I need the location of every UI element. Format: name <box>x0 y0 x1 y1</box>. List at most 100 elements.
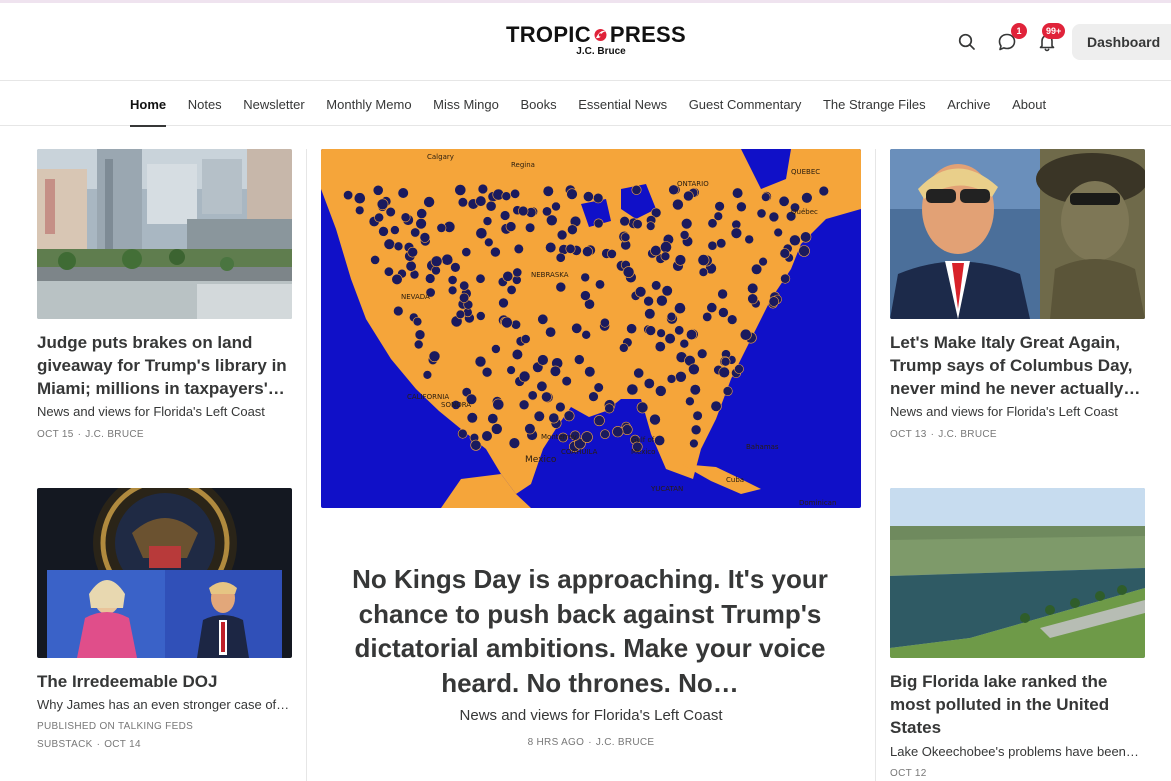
event-marker <box>593 192 604 204</box>
nav-item-books[interactable]: Books <box>520 82 556 126</box>
event-marker <box>450 262 461 273</box>
event-marker <box>431 265 441 276</box>
nav-item-about[interactable]: About <box>1012 82 1046 126</box>
event-marker <box>555 281 567 293</box>
post-meta-right1: OCT 13 · J.C. BRUCE <box>890 429 997 440</box>
event-marker <box>734 364 744 374</box>
event-marker <box>563 410 575 422</box>
post-thumbnail-miami-skyline[interactable] <box>37 149 292 319</box>
event-marker <box>674 302 686 315</box>
post-thumbnail-lake[interactable] <box>890 488 1145 658</box>
event-marker <box>654 385 667 397</box>
post-thumbnail-columbus[interactable] <box>890 149 1145 319</box>
post-date: OCT 15 <box>37 429 74 440</box>
event-marker <box>508 437 521 449</box>
post-title-right1[interactable]: Let's Make Italy Great Again, Trump says… <box>890 331 1150 400</box>
event-marker <box>393 305 404 317</box>
event-marker <box>482 216 493 226</box>
event-marker <box>761 192 771 202</box>
map-place-label: Monterrey <box>541 433 577 441</box>
event-marker <box>633 367 645 379</box>
post-author[interactable]: J.C. BRUCE <box>85 429 144 440</box>
event-marker <box>541 391 552 403</box>
event-marker <box>747 293 759 305</box>
post-author[interactable]: J.C. BRUCE <box>938 429 997 440</box>
event-marker <box>457 197 468 208</box>
nav-item-archive[interactable]: Archive <box>947 82 990 126</box>
site-header: TROPIC PRESS J.C. Bruce 1 99+ Dashboard <box>0 3 1171 81</box>
site-logo[interactable]: TROPIC PRESS J.C. Bruce <box>506 23 686 58</box>
map-place-label: Cuba <box>726 476 744 484</box>
post-title-left1[interactable]: Judge puts brakes on land giveaway for T… <box>37 331 295 400</box>
event-marker <box>650 244 662 257</box>
event-marker <box>593 218 604 229</box>
post-published-on[interactable]: PUBLISHED ON TALKING FEDS <box>37 720 193 734</box>
event-marker <box>612 426 624 438</box>
event-marker <box>545 326 557 338</box>
main-nav: Home Notes Newsletter Monthly Memo Miss … <box>0 82 1171 127</box>
event-marker <box>656 294 668 307</box>
event-marker <box>631 184 642 195</box>
nav-item-guest-commentary[interactable]: Guest Commentary <box>689 82 802 126</box>
event-marker <box>582 246 593 257</box>
event-marker <box>511 319 522 330</box>
event-marker <box>688 363 700 376</box>
post-author[interactable]: J.C. BRUCE <box>596 737 655 748</box>
event-marker <box>527 390 538 401</box>
event-marker <box>567 224 578 235</box>
event-marker <box>690 424 702 436</box>
event-marker <box>546 214 558 227</box>
nav-item-strange-files[interactable]: The Strange Files <box>823 82 926 126</box>
event-marker <box>692 410 703 421</box>
event-marker <box>736 201 747 213</box>
event-marker <box>661 285 673 297</box>
event-marker <box>632 219 643 230</box>
hero-post-title[interactable]: No Kings Day is approaching. It's your c… <box>330 562 850 700</box>
nav-item-newsletter[interactable]: Newsletter <box>243 82 304 126</box>
event-marker <box>679 338 690 349</box>
logo-wordmark: TROPIC PRESS <box>506 23 686 47</box>
event-marker <box>636 401 649 414</box>
map-place-label: Mexico <box>631 448 655 456</box>
event-marker <box>768 211 780 223</box>
event-marker <box>466 412 478 424</box>
event-marker <box>436 223 447 233</box>
map-place-label: CALIFORNIA <box>407 393 449 401</box>
event-marker <box>732 187 744 199</box>
event-marker <box>502 270 514 282</box>
event-marker <box>374 212 384 223</box>
event-marker <box>376 198 389 211</box>
event-marker <box>424 273 436 284</box>
dashboard-button[interactable]: Dashboard <box>1072 24 1171 60</box>
event-marker <box>413 339 424 350</box>
event-marker <box>722 386 733 396</box>
hero-image-protest-map[interactable]: Calgary Regina ONTARIO QUEBEC Québec NEVADA NE… <box>321 149 861 508</box>
nav-item-home[interactable]: Home <box>130 82 167 127</box>
event-marker <box>604 403 615 414</box>
event-marker <box>674 325 685 336</box>
nav-item-monthly-memo[interactable]: Monthly Memo <box>326 82 411 126</box>
map-place-label: Dominican <box>799 499 836 507</box>
column-divider-right <box>875 149 876 781</box>
event-marker <box>511 348 523 361</box>
event-marker <box>383 266 394 277</box>
post-meta-left2: SUBSTACK · OCT 14 <box>37 739 141 750</box>
event-marker <box>779 248 790 259</box>
post-title-left2[interactable]: The Irredeemable DOJ <box>37 670 295 693</box>
post-thumbnail-doj[interactable] <box>37 488 292 658</box>
nav-item-essential-news[interactable]: Essential News <box>578 82 667 126</box>
event-marker <box>475 195 487 207</box>
event-marker <box>383 238 396 250</box>
post-title-right2[interactable]: Big Florida lake ranked the most pollute… <box>890 670 1145 739</box>
event-marker <box>593 382 604 393</box>
event-marker <box>618 343 629 353</box>
event-marker <box>651 280 662 291</box>
nav-item-notes[interactable]: Notes <box>188 82 222 126</box>
event-marker <box>416 208 428 219</box>
event-marker <box>537 354 549 366</box>
event-marker <box>549 365 561 377</box>
search-button[interactable] <box>956 31 978 53</box>
event-marker <box>675 371 687 383</box>
event-marker <box>566 188 578 200</box>
nav-item-miss-mingo[interactable]: Miss Mingo <box>433 82 499 126</box>
